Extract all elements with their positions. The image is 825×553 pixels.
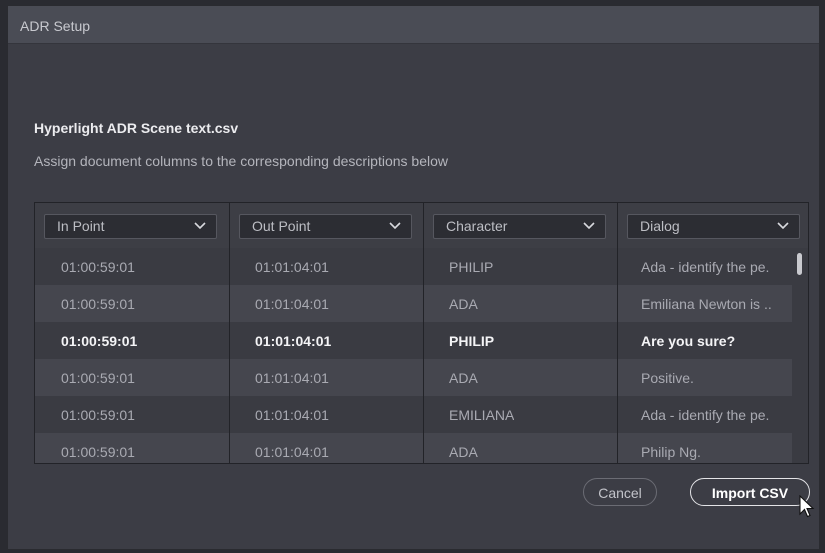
table-row[interactable]: 01:00:59:01 01:01:04:01 ADA Positive. bbox=[35, 359, 792, 396]
column-divider bbox=[423, 203, 424, 463]
out-point-cell: 01:01:04:01 bbox=[255, 370, 329, 386]
out-point-cell: 01:01:04:01 bbox=[255, 259, 329, 275]
table-row-selected[interactable]: 01:00:59:01 01:01:04:01 PHILIP Are you s… bbox=[35, 322, 792, 359]
mouse-cursor-icon bbox=[799, 495, 815, 518]
column-select-label: In Point bbox=[57, 218, 105, 234]
out-point-cell: 01:01:04:01 bbox=[255, 407, 329, 423]
dialog-cell: Positive. bbox=[641, 370, 694, 386]
character-cell: PHILIP bbox=[449, 333, 495, 349]
import-csv-button[interactable]: Import CSV bbox=[690, 478, 810, 506]
dialog-cell: Emiliana Newton is .. bbox=[641, 296, 772, 312]
cancel-button[interactable]: Cancel bbox=[583, 478, 657, 506]
chevron-down-icon bbox=[777, 222, 789, 230]
dialog-column-select[interactable]: Dialog bbox=[627, 214, 800, 239]
table-header: In Point Out Point Character Dialog bbox=[35, 203, 808, 248]
in-point-cell: 01:00:59:01 bbox=[61, 296, 135, 312]
chevron-down-icon bbox=[389, 222, 401, 230]
file-name: Hyperlight ADR Scene text.csv bbox=[34, 120, 239, 136]
character-cell: EMILIANA bbox=[449, 407, 515, 423]
in-point-cell: 01:00:59:01 bbox=[61, 444, 135, 460]
out-point-cell: 01:01:04:01 bbox=[255, 296, 329, 312]
in-point-cell: 01:00:59:01 bbox=[61, 333, 138, 349]
table-row[interactable]: 01:00:59:01 01:01:04:01 EMILIANA Ada - i… bbox=[35, 396, 792, 433]
column-select-label: Dialog bbox=[640, 218, 680, 234]
table-row[interactable]: 01:00:59:01 01:01:04:01 PHILIP Ada - ide… bbox=[35, 248, 792, 285]
in-point-column-select[interactable]: In Point bbox=[44, 214, 217, 239]
dialog-cell: Philip Ng. bbox=[641, 444, 701, 460]
table-row[interactable]: 01:00:59:01 01:01:04:01 ADA Emiliana New… bbox=[35, 285, 792, 322]
in-point-cell: 01:00:59:01 bbox=[61, 370, 135, 386]
column-mapping-table: In Point Out Point Character Dialog 01:0… bbox=[34, 202, 809, 464]
window-title: ADR Setup bbox=[8, 6, 819, 44]
table-row[interactable]: 01:00:59:01 01:01:04:01 ADA Philip Ng. bbox=[35, 433, 792, 463]
instructions-text: Assign document columns to the correspon… bbox=[34, 153, 449, 169]
vertical-scrollbar[interactable] bbox=[797, 253, 802, 275]
character-cell: ADA bbox=[449, 444, 478, 460]
adr-setup-dialog: ADR Setup Hyperlight ADR Scene text.csv … bbox=[7, 5, 820, 550]
character-cell: ADA bbox=[449, 296, 478, 312]
column-select-label: Character bbox=[446, 218, 508, 234]
out-point-column-select[interactable]: Out Point bbox=[239, 214, 412, 239]
in-point-cell: 01:00:59:01 bbox=[61, 407, 135, 423]
column-divider bbox=[617, 203, 618, 463]
character-column-select[interactable]: Character bbox=[433, 214, 606, 239]
character-cell: PHILIP bbox=[449, 259, 494, 275]
character-cell: ADA bbox=[449, 370, 478, 386]
column-divider bbox=[229, 203, 230, 463]
column-select-label: Out Point bbox=[252, 218, 311, 234]
dialog-cell: Ada - identify the pe. bbox=[641, 259, 770, 275]
chevron-down-icon bbox=[194, 222, 206, 230]
chevron-down-icon bbox=[583, 222, 595, 230]
out-point-cell: 01:01:04:01 bbox=[255, 333, 332, 349]
dialog-cell: Ada - identify the pe. bbox=[641, 407, 770, 423]
in-point-cell: 01:00:59:01 bbox=[61, 259, 135, 275]
dialog-cell: Are you sure? bbox=[641, 333, 736, 349]
out-point-cell: 01:01:04:01 bbox=[255, 444, 329, 460]
